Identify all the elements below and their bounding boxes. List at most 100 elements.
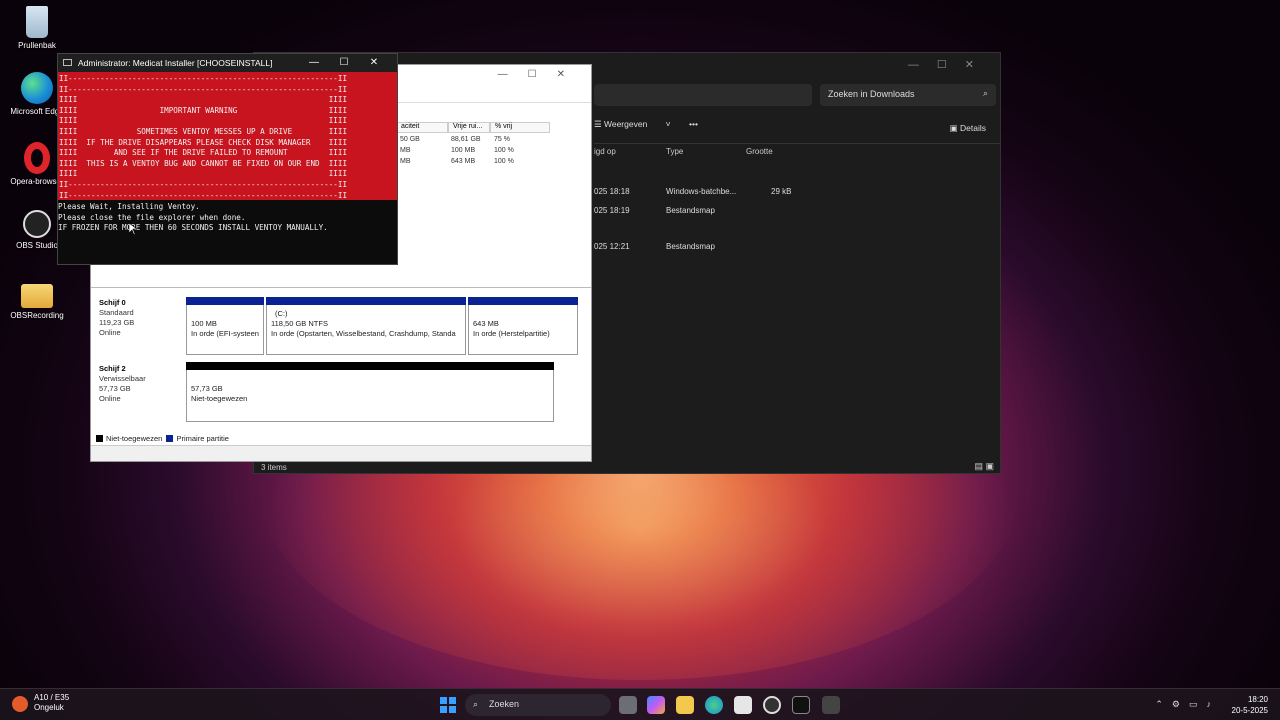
legend-swatch-unallocated: [96, 435, 103, 442]
disk-management-window-controls[interactable]: —☐✕: [498, 69, 585, 80]
view-label: Weergeven: [603, 119, 648, 129]
copilot-icon[interactable]: [647, 696, 665, 714]
console-window-controls: — ☐ ✕: [299, 57, 389, 68]
address-bar[interactable]: [594, 84, 812, 106]
column-header-percent-free[interactable]: % vrij: [490, 122, 550, 133]
taskbar: A10 / E35 Ongeluk ⌕ Zoeken ⌃⚙▭♪ 18:20 20…: [0, 688, 1280, 720]
file-row-date[interactable]: 025 18:19: [594, 206, 630, 215]
disk-size: 119,23 GB: [99, 318, 135, 327]
volume-cell: 75 %: [494, 136, 510, 143]
close-button[interactable]: ✕: [359, 57, 389, 68]
disk-0-label[interactable]: Schijf 0 Standaard 119,23 GB Online: [99, 298, 134, 338]
recycle-bin-icon: [26, 6, 48, 38]
partition-size: 643 MB: [473, 319, 499, 328]
disk-management-icon[interactable]: [822, 696, 840, 714]
system-tray[interactable]: ⌃⚙▭♪: [1155, 699, 1220, 710]
partition-size: 57,73 GB: [191, 384, 223, 393]
edge-icon: [21, 72, 53, 104]
task-view-icon[interactable]: [619, 696, 637, 714]
desktop-icon-obsrecording[interactable]: OBSRecording: [8, 284, 66, 320]
partition-bar: [266, 297, 466, 305]
command-bar: ☰ Weergeven ˅ •••: [594, 119, 714, 130]
status-bar-item-count: 3 items: [261, 463, 287, 472]
search-icon: ⌕: [473, 699, 479, 709]
partition-unallocated[interactable]: 57,73 GB Niet-toegewezen: [186, 362, 554, 422]
edge-icon[interactable]: [705, 696, 723, 714]
clock[interactable]: 18:20 20-5-2025: [1232, 694, 1268, 716]
partition-status: In orde (EFI-systeen: [191, 329, 259, 338]
status-bar: [91, 445, 591, 461]
file-explorer-icon[interactable]: [676, 696, 694, 714]
file-row-type[interactable]: Bestandsmap: [666, 242, 715, 251]
store-icon[interactable]: [734, 696, 752, 714]
obs-icon[interactable]: [763, 696, 781, 714]
partition-status: Niet-toegewezen: [191, 394, 248, 403]
weather-icon: [12, 696, 28, 712]
partition-size: 118,50 GB NTFS: [271, 319, 328, 328]
desktop-icon-label: OBSRecording: [10, 311, 64, 320]
partition-size: 100 MB: [191, 319, 217, 328]
volume-cell: 100 MB: [451, 147, 476, 154]
taskbar-search[interactable]: ⌕ Zoeken: [465, 694, 611, 716]
disk-legend: Niet-toegewezen Primaire partitie: [96, 434, 229, 443]
column-header-type[interactable]: Type: [666, 147, 683, 156]
view-button[interactable]: ☰ Weergeven ˅: [594, 119, 671, 129]
details-label: Details: [960, 123, 986, 133]
obs-icon: [23, 210, 51, 238]
column-header-date[interactable]: igd op: [594, 147, 616, 156]
minimize-button[interactable]: —: [299, 57, 329, 68]
search-icon: ⌕: [982, 88, 988, 98]
volume-cell: MB: [400, 147, 411, 154]
maximize-button[interactable]: ☐: [329, 57, 359, 68]
legend-swatch-primary: [166, 435, 174, 442]
partition-bar: [186, 297, 264, 305]
disk-state: Online: [99, 328, 121, 337]
console-title-bar[interactable]: Administrator: Medicat Installer [CHOOSE…: [58, 54, 397, 72]
desktop-icon-recycle-bin[interactable]: Prullenbak: [8, 6, 66, 50]
weather-line-2: Ongeluk: [34, 703, 64, 712]
partition-drive-letter: (C:): [275, 309, 288, 318]
opera-icon: [24, 142, 50, 174]
partition-status: In orde (Opstarten, Wisselbestand, Crash…: [271, 329, 456, 338]
weather-widget[interactable]: A10 / E35 Ongeluk: [12, 693, 69, 713]
console-window[interactable]: Administrator: Medicat Installer [CHOOSE…: [57, 53, 398, 265]
partition-bar: [186, 362, 554, 370]
terminal-icon[interactable]: [792, 696, 810, 714]
column-header-size[interactable]: Grootte: [746, 147, 773, 156]
console-output-text: Please Wait, Installing Ventoy. Please c…: [58, 202, 328, 233]
partition-c[interactable]: (C:) 118,50 GB NTFS In orde (Opstarten, …: [266, 297, 466, 355]
warning-text: II--------------------------------------…: [59, 74, 348, 200]
partition-recovery[interactable]: 643 MB In orde (Herstelpartitie): [468, 297, 578, 355]
start-button[interactable]: [440, 697, 456, 713]
divider: [594, 143, 1000, 144]
volume-cell: 100 %: [494, 147, 514, 154]
file-row-type[interactable]: Windows-batchbe...: [666, 187, 736, 196]
weather-line-1: A10 / E35: [34, 693, 70, 702]
column-header-free-space[interactable]: Vrije rui...: [448, 122, 490, 133]
volume-cell: MB: [400, 158, 411, 165]
desktop-icon-label: Prullenbak: [18, 41, 56, 50]
more-options-button[interactable]: •••: [689, 119, 698, 129]
file-row-date[interactable]: 025 12:21: [594, 242, 630, 251]
clock-date: 20-5-2025: [1231, 706, 1268, 715]
disk-2-label[interactable]: Schijf 2 Verwisselbaar 57,73 GB Online: [99, 364, 146, 404]
column-header-capacity[interactable]: aciteit: [396, 122, 448, 133]
folder-icon: [21, 284, 53, 308]
details-button[interactable]: ▣ Details: [950, 123, 986, 134]
legend-label: Primaire partitie: [176, 434, 229, 443]
disk-state: Online: [99, 394, 121, 403]
console-title: Administrator: Medicat Installer [CHOOSE…: [78, 58, 273, 68]
view-toggle-icons[interactable]: ▤ ▣: [974, 461, 994, 472]
search-input[interactable]: Zoeken in Downloads ⌕: [820, 84, 996, 106]
file-row-date[interactable]: 025 18:18: [594, 187, 630, 196]
file-row-type[interactable]: Bestandsmap: [666, 206, 715, 215]
clock-time: 18:20: [1247, 695, 1268, 704]
file-row-size[interactable]: 29 kB: [771, 187, 791, 196]
partition-efi[interactable]: 100 MB In orde (EFI-systeen: [186, 297, 264, 355]
search-placeholder: Zoeken in Downloads: [828, 89, 915, 99]
disk-name: Schijf 0: [99, 298, 126, 307]
explorer-window-controls[interactable]: —☐✕: [908, 58, 992, 71]
legend-label: Niet-toegewezen: [106, 434, 163, 443]
volume-cell: 88,61 GB: [451, 136, 481, 143]
volume-cell: 100 %: [494, 158, 514, 165]
